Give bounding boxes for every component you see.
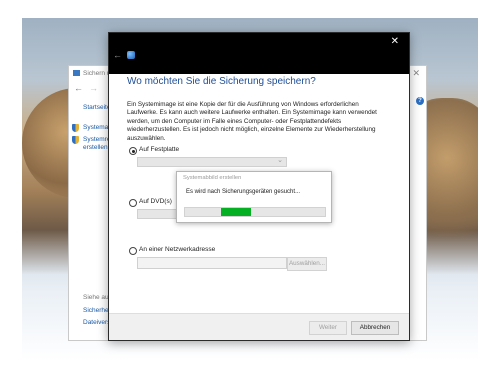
radio-dvd[interactable] [129, 199, 137, 207]
radio-network-label: An einer Netzwerkadresse [139, 246, 216, 253]
progress-bar-fill [221, 208, 251, 216]
dialog-footer: Weiter Abbrechen [109, 313, 409, 340]
progress-dialog: Systemabbild erstellen Es wird nach Sich… [176, 171, 332, 223]
shield-icon [72, 136, 79, 144]
start-link[interactable]: Startseite [83, 104, 110, 111]
help-icon[interactable]: ? [416, 97, 424, 105]
back-arrow-icon[interactable]: ← [113, 50, 122, 60]
description-text: Ein Systemimage ist eine Kopie der für d… [127, 101, 377, 142]
radio-hard-disk-label: Auf Festplatte [139, 146, 180, 153]
progress-bar [184, 207, 326, 217]
backup-app-icon [127, 51, 135, 59]
next-button[interactable]: Weiter [309, 321, 347, 335]
progress-dialog-title: Systemabbild erstellen [183, 175, 242, 181]
chevron-down-icon: ⌄ [277, 157, 283, 164]
hard-disk-select[interactable]: ⌄ [137, 157, 287, 167]
control-panel-icon [73, 70, 80, 76]
radio-dvd-label: Auf DVD(s) [139, 198, 172, 205]
radio-hard-disk[interactable] [129, 147, 137, 155]
close-icon[interactable]: ✕ [391, 36, 399, 47]
close-icon[interactable]: ✕ [412, 68, 420, 79]
network-path-input[interactable] [137, 257, 287, 269]
forward-arrow-icon[interactable]: → [89, 83, 98, 93]
radio-network[interactable] [129, 247, 137, 255]
cancel-button[interactable]: Abbrechen [351, 321, 399, 335]
page-title: Wo möchten Sie die Sicherung speichern? [127, 76, 316, 87]
browse-button[interactable]: Auswählen... [287, 257, 327, 271]
dialog-titlebar: ✕ ← [109, 33, 409, 74]
shield-icon [72, 124, 79, 132]
progress-message: Es wird nach Sicherungsgeräten gesucht..… [186, 189, 301, 195]
back-arrow-icon[interactable]: ← [74, 83, 83, 93]
dvd-select[interactable] [137, 209, 179, 219]
